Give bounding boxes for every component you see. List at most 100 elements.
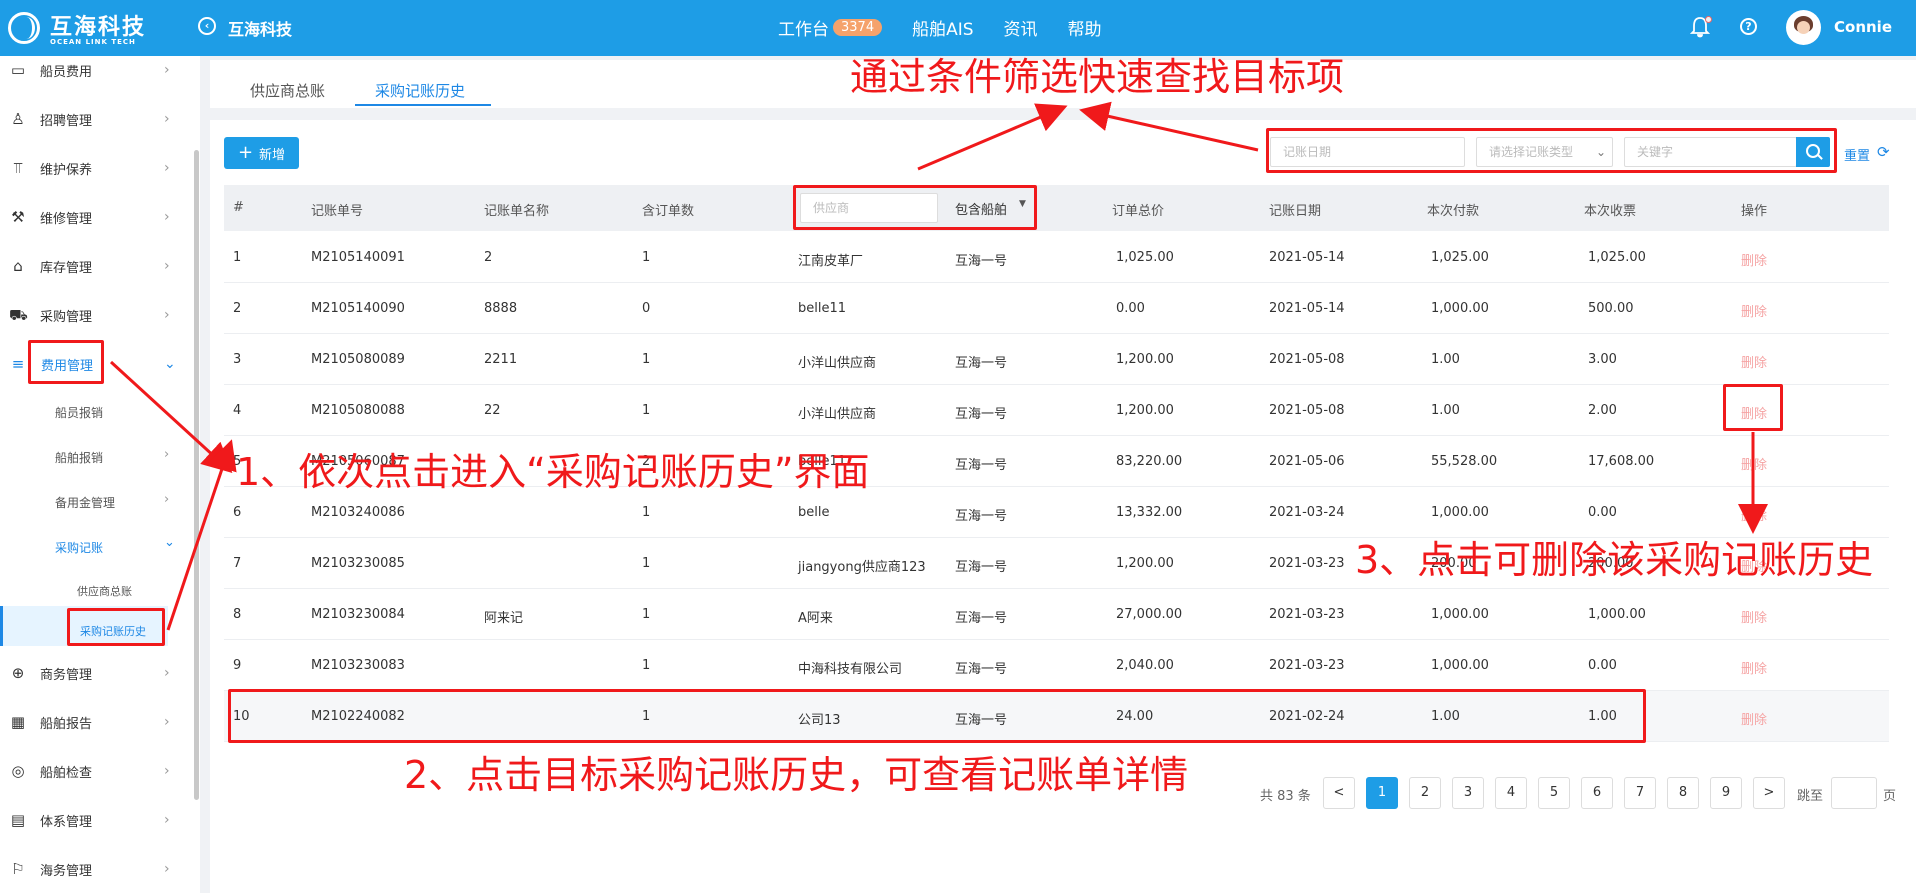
table-row[interactable]: 3 M2105080089 2211 1 小洋山供应商 互海一号 1,200.00 2021-… <box>224 334 1889 385</box>
table-cell: M2105140090 <box>311 301 405 316</box>
sidebar-item-label: 库存管理 <box>40 260 93 276</box>
refresh-icon[interactable]: ⟳ <box>1877 143 1890 161</box>
delete-button[interactable]: 删除 <box>1741 352 1767 371</box>
table-cell: 9 <box>233 658 242 673</box>
page-button[interactable]: 9 <box>1710 777 1742 809</box>
warehouse-icon: ⌂ <box>13 257 23 275</box>
sidebar-sub-crew-reimburse[interactable]: 船员报销 <box>55 404 103 421</box>
table-cell: 0.00 <box>1588 658 1617 673</box>
delete-button[interactable]: 删除 <box>1741 301 1767 320</box>
username[interactable]: Connie <box>1834 18 1892 36</box>
sidebar-item-recruitment[interactable]: ♙ 招聘管理 › <box>0 104 190 134</box>
sidebar-item-label: 采购管理 <box>40 309 93 325</box>
sidebar-item-inventory[interactable]: ⌂ 库存管理 › <box>0 251 190 281</box>
sidebar-item-maintenance[interactable]: ⫪ 维护保养 › <box>0 153 190 183</box>
annotation-box-delete <box>1723 384 1783 431</box>
table-cell: 1.00 <box>1431 352 1460 367</box>
table-cell: M2105080089 <box>311 352 405 367</box>
nav-workbench[interactable]: 工作台 3374 <box>778 15 883 40</box>
delete-button[interactable]: 删除 <box>1741 505 1767 524</box>
nav-news[interactable]: 资讯 <box>1004 15 1038 40</box>
nav-ship-ais[interactable]: 船舶AIS <box>912 15 973 40</box>
table-row[interactable]: 1 M2105140091 2 1 江南皮革厂 互海一号 1,025.00 2021-05-1… <box>224 232 1889 283</box>
sidebar-item-repair[interactable]: ⚒ 维修管理 › <box>0 202 190 232</box>
table-cell: 0.00 <box>1588 505 1617 520</box>
sidebar-item-system[interactable]: ▤ 体系管理 › <box>0 805 190 835</box>
bell-badge-dot <box>1705 16 1712 23</box>
sidebar-sub-purchase-accounting[interactable]: 采购记账 <box>55 539 103 556</box>
tab-purchase-history[interactable]: 采购记账历史 <box>375 80 465 101</box>
table-cell: 江南皮革厂 <box>798 254 864 269</box>
table-cell: 2.00 <box>1588 403 1617 418</box>
top-nav: 工作台 3374 船舶AIS 资讯 帮助 <box>778 14 1132 40</box>
delete-button[interactable]: 删除 <box>1741 709 1767 728</box>
sidebar-item-business[interactable]: ⊕ 商务管理 › <box>0 658 190 688</box>
tab-supplier-ledger[interactable]: 供应商总账 <box>250 80 325 101</box>
page-button[interactable]: 1 <box>1366 777 1398 809</box>
table-row[interactable]: 8 M2103230084 阿来记 1 A阿来 互海一号 27,000.00 2021-03-… <box>224 589 1889 640</box>
table-row[interactable]: 6 M2103240086 1 belle 互海一号 13,332.00 2021-03-2… <box>224 487 1889 538</box>
back-arrow-icon[interactable]: ‹ <box>198 17 216 35</box>
table-cell: 8 <box>233 607 242 622</box>
brand-logo[interactable]: 互海科技 OCEAN LINK TECH <box>8 8 188 48</box>
sidebar-subsub-supplier-ledger[interactable]: 供应商总账 <box>77 583 132 599</box>
sidebar-item-purchase[interactable]: ⛟ 采购管理 › <box>0 300 190 330</box>
table-cell: 互海一号 <box>955 407 1008 422</box>
table-cell: 55,528.00 <box>1431 454 1498 469</box>
next-page-button[interactable]: > <box>1753 777 1785 809</box>
table-cell: 1 <box>642 505 651 520</box>
table-cell: 8888 <box>484 301 518 316</box>
reset-button[interactable]: 重置 <box>1844 145 1870 164</box>
page-button[interactable]: 8 <box>1667 777 1699 809</box>
table-cell: 3.00 <box>1588 352 1617 367</box>
sidebar-item-ship-inspection[interactable]: ◎ 船舶检查 › <box>0 756 190 786</box>
avatar[interactable] <box>1786 10 1821 45</box>
page-button[interactable]: 3 <box>1452 777 1484 809</box>
table-cell: 1,200.00 <box>1116 556 1174 571</box>
table-row[interactable]: 4 M2105080088 22 1 小洋山供应商 互海一号 1,200.00 2021-05… <box>224 385 1889 436</box>
help-icon[interactable]: ? <box>1740 18 1757 35</box>
table-row[interactable]: 9 M2103230083 1 中海科技有限公司 互海一号 2,040.00 2021-03… <box>224 640 1889 691</box>
page-button[interactable]: 7 <box>1624 777 1656 809</box>
sidebar-item-label: 船舶检查 <box>40 765 93 781</box>
table-cell: 1,025.00 <box>1116 250 1174 265</box>
annotation-step3: 3、点击可删除该采购记账历史 <box>1355 538 1874 582</box>
page-button[interactable]: 6 <box>1581 777 1613 809</box>
sidebar-item-ship-report[interactable]: ▦ 船舶报告 › <box>0 707 190 737</box>
sidebar-item-label: 船舶报告 <box>40 716 93 732</box>
table-cell: 1 <box>233 250 242 265</box>
tool-icon: ⚒ <box>11 208 25 226</box>
table-row[interactable]: 2 M2105140090 8888 0 belle11 0.00 2021-05-14 1,… <box>224 283 1889 334</box>
annotation-step1: 1、依次点击进入“采购记账历史”界面 <box>236 450 870 494</box>
table-cell: 1 <box>642 556 651 571</box>
delete-button[interactable]: 删除 <box>1741 607 1767 626</box>
check-circle-icon: ◎ <box>11 762 25 780</box>
sidebar-sub-petty-cash[interactable]: 备用金管理 <box>55 494 115 511</box>
brand-name-en: OCEAN LINK TECH <box>50 38 136 46</box>
nav-help[interactable]: 帮助 <box>1068 15 1102 40</box>
chevron-right-icon: › <box>164 492 170 507</box>
table-cell: 3 <box>233 352 242 367</box>
sidebar-scrollbar[interactable] <box>194 150 199 800</box>
page-button[interactable]: 2 <box>1409 777 1441 809</box>
chevron-down-icon: ⌄ <box>164 535 175 550</box>
delete-button[interactable]: 删除 <box>1741 454 1767 473</box>
globe-icon: ⊕ <box>11 664 25 682</box>
sidebar-sub-ship-reimburse[interactable]: 船舶报销 <box>55 449 103 466</box>
table-cell: 1,000.00 <box>1431 607 1489 622</box>
delete-button[interactable]: 删除 <box>1741 250 1767 269</box>
chevron-right-icon: › <box>164 160 170 176</box>
col-invoice: 本次收票 <box>1584 204 1637 219</box>
page-jump-input[interactable] <box>1831 777 1877 809</box>
sidebar-item-marine[interactable]: ⚐ 海务管理 › <box>0 854 190 884</box>
table-cell: 1,000.00 <box>1588 607 1646 622</box>
sidebar-item-label: 维护保养 <box>40 162 93 178</box>
page-button[interactable]: 4 <box>1495 777 1527 809</box>
table-cell: 2 <box>233 301 242 316</box>
page-button[interactable]: 5 <box>1538 777 1570 809</box>
delete-button[interactable]: 删除 <box>1741 658 1767 677</box>
add-button[interactable]: + 新增 <box>224 137 299 169</box>
prev-page-button[interactable]: < <box>1323 777 1355 809</box>
sidebar-item-crew-expense[interactable]: ▭ 船员费用 › <box>0 55 190 85</box>
bell-icon[interactable] <box>1689 16 1712 38</box>
